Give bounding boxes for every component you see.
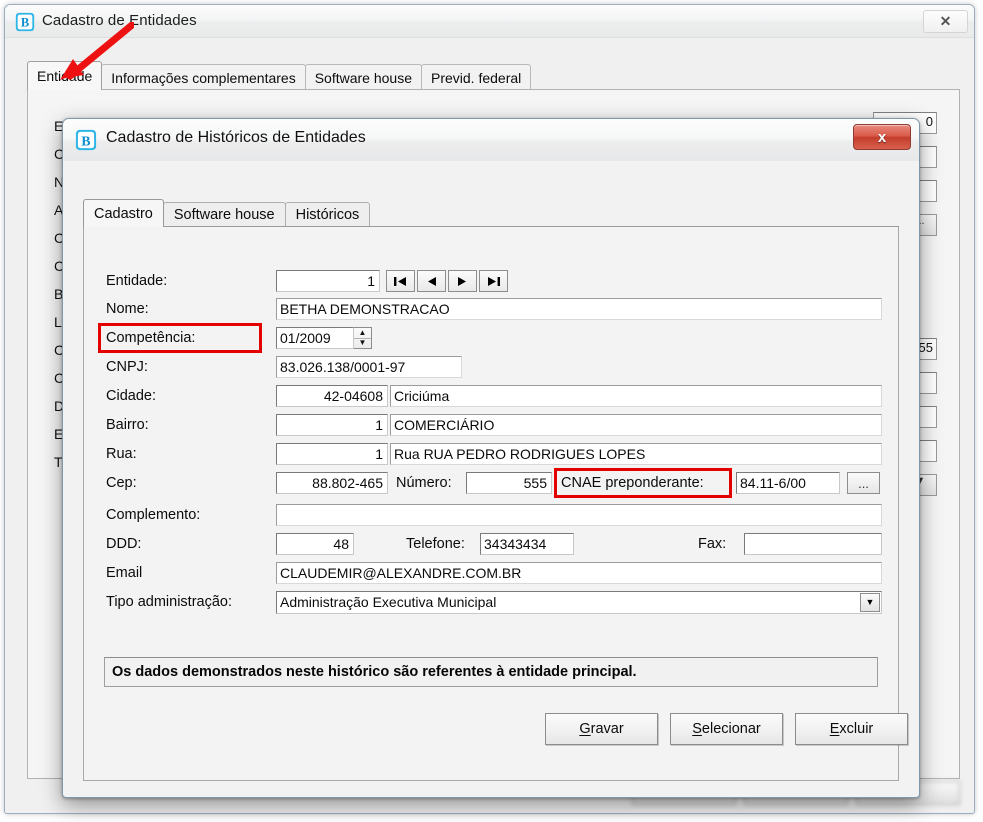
- competencia-input[interactable]: 01/2009: [276, 327, 354, 349]
- label-tipo-administracao: Tipo administração:: [106, 594, 232, 610]
- bg-tab-previd-federal-label: Previd. federal: [431, 69, 522, 86]
- nav-next-icon: [458, 276, 466, 286]
- label-email: Email: [106, 565, 143, 581]
- telefone-input[interactable]: 34343434: [480, 533, 574, 555]
- tab-historicos[interactable]: Históricos: [284, 202, 371, 227]
- selecionar-button[interactable]: Selecionar: [670, 713, 783, 745]
- gravar-accel: G: [579, 721, 591, 737]
- gravar-button[interactable]: Gravar: [545, 713, 658, 745]
- cidade-name-input[interactable]: Criciúma: [390, 385, 882, 407]
- nav-first-button[interactable]: [386, 270, 415, 292]
- modal-body: Cadastro Software house Históricos Entid…: [63, 161, 919, 797]
- background-window-title: Cadastro de Entidades: [42, 12, 197, 29]
- label-cnae-preponderante: CNAE preponderante:: [561, 475, 704, 491]
- tab-historicos-label: Históricos: [295, 207, 360, 223]
- spinner-up-icon[interactable]: ▲: [354, 328, 371, 339]
- bg-tab-previd-federal[interactable]: Previd. federal: [421, 64, 532, 90]
- modal-tab-panel: Entidade: 1 Nome: BETHA DEMONSTRACAO Com…: [83, 226, 908, 781]
- tab-cadastro-label: Cadastro: [94, 205, 153, 222]
- svg-text:B: B: [81, 133, 90, 148]
- modal-tabstrip: Cadastro Software house Históricos: [83, 199, 371, 227]
- ddd-input[interactable]: 48: [276, 533, 354, 555]
- nav-last-button[interactable]: [479, 270, 508, 292]
- bairro-code-input[interactable]: 1: [276, 414, 388, 436]
- label-entidade: Entidade:: [106, 273, 168, 289]
- tab-cadastro[interactable]: Cadastro: [83, 199, 164, 227]
- label-cnpj: CNPJ:: [106, 359, 148, 375]
- modal-cadastro-historicos-entidades: B Cadastro de Históricos de Entidades x …: [62, 118, 920, 798]
- label-fax: Fax:: [698, 536, 727, 552]
- bg-tab-software-house[interactable]: Software house: [304, 64, 422, 90]
- svg-text:B: B: [21, 16, 29, 30]
- excluir-rest: xcluir: [839, 721, 874, 737]
- selecionar-accel: S: [692, 721, 702, 737]
- background-tabstrip: Entidade Informações complementares Soft…: [27, 61, 960, 90]
- bg-tab-entidade-label: Entidade: [37, 68, 93, 84]
- cep-input[interactable]: 88.802-465: [276, 472, 388, 494]
- cnae-input[interactable]: 84.11-6/00: [736, 472, 840, 494]
- tab-software-house[interactable]: Software house: [162, 202, 286, 227]
- rua-code-input[interactable]: 1: [276, 443, 388, 465]
- cnae-browse-button[interactable]: ...: [847, 472, 880, 494]
- gravar-rest: ravar: [590, 721, 624, 737]
- modal-titlebar: B Cadastro de Históricos de Entidades x: [63, 119, 919, 161]
- modal-close-button[interactable]: x: [853, 124, 911, 150]
- rua-name-input[interactable]: Rua RUA PEDRO RODRIGUES LOPES: [390, 443, 882, 465]
- label-bairro: Bairro:: [106, 417, 149, 433]
- complemento-input[interactable]: [276, 504, 882, 526]
- excluir-accel: E: [829, 721, 840, 737]
- nav-previous-icon: [428, 276, 436, 286]
- bg-tab-informacoes-complementares[interactable]: Informações complementares: [101, 64, 306, 90]
- entidade-input[interactable]: 1: [276, 270, 380, 292]
- bg-tab-entidade[interactable]: Entidade: [27, 61, 103, 90]
- label-competencia: Competência:: [106, 330, 196, 346]
- spinner-down-icon[interactable]: ▼: [354, 339, 371, 349]
- label-ddd: DDD:: [106, 536, 142, 552]
- betha-b-logo-icon: B: [15, 12, 35, 32]
- bg-tab-software-house-label: Software house: [314, 69, 412, 86]
- competencia-spinner[interactable]: ▲ ▼: [354, 327, 372, 349]
- nav-first-icon: [394, 276, 406, 286]
- selecionar-rest: elecionar: [701, 721, 761, 737]
- label-numero: Número:: [396, 475, 452, 491]
- label-cidade: Cidade:: [106, 388, 156, 404]
- nome-input[interactable]: BETHA DEMONSTRACAO: [276, 298, 882, 320]
- chevron-down-icon[interactable]: ▼: [860, 593, 880, 612]
- info-note-bar: Os dados demonstrados neste histórico sã…: [104, 657, 878, 687]
- cnpj-input[interactable]: 83.026.138/0001-97: [276, 356, 462, 378]
- modal-title: Cadastro de Históricos de Entidades: [106, 129, 366, 146]
- background-window-close-button[interactable]: ✕: [923, 10, 968, 33]
- bg-tab-informacoes-complementares-label: Informações complementares: [111, 69, 296, 86]
- label-cep: Cep:: [106, 475, 137, 491]
- tab-software-house-label: Software house: [173, 207, 275, 223]
- nav-previous-button[interactable]: [417, 270, 446, 292]
- tipo-administracao-select[interactable]: Administração Executiva Municipal ▼: [276, 591, 882, 614]
- nav-last-icon: [488, 276, 500, 286]
- label-rua: Rua:: [106, 446, 137, 462]
- tipo-administracao-value: Administração Executiva Municipal: [280, 594, 497, 610]
- screenshot-root: B Cadastro de Entidades ✕ Entidade Infor…: [0, 0, 983, 822]
- fax-input[interactable]: [744, 533, 882, 555]
- excluir-button[interactable]: Excluir: [795, 713, 908, 745]
- cidade-code-input[interactable]: 42-04608: [276, 385, 388, 407]
- bairro-name-input[interactable]: COMERCIÁRIO: [390, 414, 882, 436]
- label-complemento: Complemento:: [106, 507, 201, 523]
- label-nome: Nome:: [106, 301, 149, 317]
- email-input[interactable]: CLAUDEMIR@ALEXANDRE.COM.BR: [276, 562, 882, 584]
- numero-input[interactable]: 555: [466, 472, 552, 494]
- info-note-text: Os dados demonstrados neste histórico sã…: [112, 664, 637, 680]
- nav-next-button[interactable]: [448, 270, 477, 292]
- betha-b-logo-icon: B: [75, 129, 97, 151]
- close-icon: x: [877, 128, 887, 146]
- background-window-titlebar: B Cadastro de Entidades ✕: [5, 5, 974, 38]
- label-telefone: Telefone:: [406, 536, 465, 552]
